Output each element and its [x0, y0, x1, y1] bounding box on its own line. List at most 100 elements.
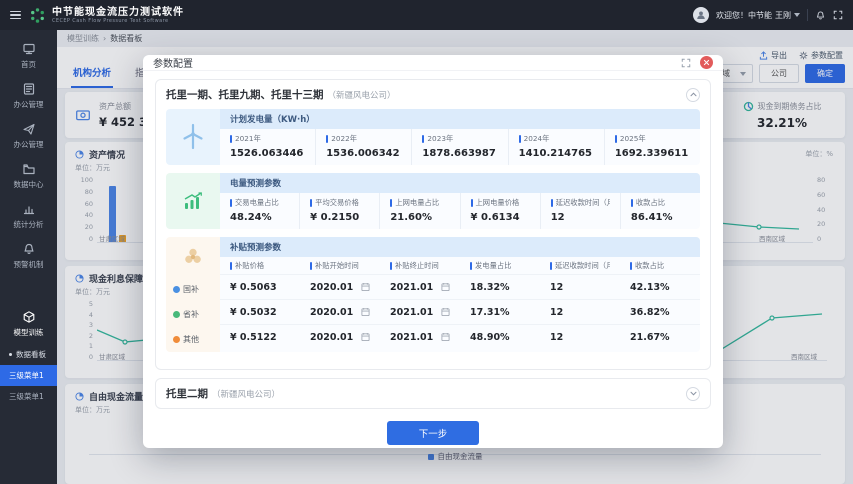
avatar[interactable]: [693, 7, 709, 23]
power-field-grid-ratio: 上网电量占比 21.60%: [380, 193, 460, 229]
calendar-icon[interactable]: [361, 307, 370, 317]
power-value[interactable]: ¥ 0.2150: [310, 212, 369, 223]
power-field-delay: 延迟收款时间（月） 12: [541, 193, 621, 229]
plan-section-title: 计划发电量（KW·h）: [220, 109, 700, 129]
sidebar-subitem-level3-2[interactable]: 三级菜单1: [0, 386, 57, 407]
panel2-subtitle: （新疆风电公司）: [212, 388, 280, 400]
gen-ratio-value[interactable]: 18.32%: [460, 282, 540, 293]
bell-icon[interactable]: [815, 10, 826, 21]
calendar-icon[interactable]: [361, 332, 370, 342]
collect-ratio-value[interactable]: 21.67%: [620, 332, 700, 343]
subsidy-row-other: ¥ 0.5122 2020.01 2021.01 48.90% 12 21.67…: [220, 324, 700, 349]
power-field-collect-ratio: 收款占比 86.41%: [621, 193, 700, 229]
gen-ratio-value[interactable]: 17.31%: [460, 307, 540, 318]
sidebar-item-label: 模型训练: [14, 327, 44, 338]
next-step-button[interactable]: 下一步: [387, 421, 480, 445]
sidebar-item-home[interactable]: 首页: [0, 36, 57, 76]
app-header: 中节能现金流压力测试软件 CECEP Cash Flow Pressure Te…: [0, 0, 853, 30]
sidebar-subitem-level3-1[interactable]: 三级菜单1: [0, 365, 57, 386]
menu-toggle-icon[interactable]: [10, 11, 21, 20]
sidebar-subitem-label: 数据看板: [16, 349, 46, 360]
power-field-grid-price: 上网电量价格 ¥ 0.6134: [461, 193, 541, 229]
modal-title: 参数配置: [153, 55, 193, 70]
power-value[interactable]: ¥ 0.6134: [471, 212, 530, 223]
sidebar-item-label: 办公管理: [14, 99, 44, 110]
user-menu[interactable]: 欢迎您！中节能 王刚: [716, 10, 800, 21]
plan-field-2022: 2022年 1536.006342: [316, 129, 412, 165]
plan-value[interactable]: 1536.006342: [326, 148, 401, 159]
power-value[interactable]: 48.24%: [230, 212, 289, 223]
row-label-national: 国补: [166, 277, 220, 302]
sidebar-item-alerts[interactable]: 预警机制: [0, 236, 57, 276]
power-value[interactable]: 12: [551, 212, 610, 223]
collect-ratio-value[interactable]: 36.82%: [620, 307, 700, 318]
fullscreen-icon[interactable]: [833, 10, 843, 20]
project-panel-2: 托里二期 （新疆风电公司）: [155, 378, 711, 409]
price-value[interactable]: ¥ 0.5122: [220, 332, 300, 343]
flower-icon: [182, 246, 204, 268]
welcome-text: 欢迎您！中节能: [716, 10, 772, 21]
bar-chart-icon: [22, 202, 36, 216]
provincial-subsidy-icon: [173, 311, 180, 318]
sidebar-item-statistics[interactable]: 统计分析: [0, 196, 57, 236]
national-subsidy-icon: [173, 286, 180, 293]
plan-field-2021: 2021年 1526.063446: [220, 129, 316, 165]
plan-value[interactable]: 1526.063446: [230, 148, 305, 159]
chevron-down-icon: [794, 13, 800, 17]
maximize-icon[interactable]: [681, 58, 691, 68]
chevron-down-icon[interactable]: [686, 387, 700, 401]
chevron-up-icon[interactable]: [686, 88, 700, 102]
alert-bell-icon: [22, 242, 36, 256]
sidebar-item-datacenter[interactable]: 数据中心: [0, 156, 57, 196]
calendar-icon[interactable]: [441, 282, 450, 292]
panel1-title: 托里一期、托里九期、托里十三期: [166, 87, 324, 102]
sidebar-item-model-training[interactable]: 模型训练: [0, 304, 57, 344]
sidebar-subitem-dashboard[interactable]: 数据看板: [0, 344, 57, 365]
app-window: 中节能现金流压力测试软件 CECEP Cash Flow Pressure Te…: [0, 0, 853, 484]
subsidy-row-provincial: ¥ 0.5032 2020.01 2021.01 17.31% 12 36.82…: [220, 299, 700, 324]
username: 王刚: [775, 10, 791, 21]
panel2-header[interactable]: 托里二期 （新疆风电公司）: [156, 379, 710, 408]
sidebar-item-office-2[interactable]: 办公管理: [0, 116, 57, 156]
start-date-field[interactable]: 2020.01: [300, 307, 380, 318]
power-field-trade-ratio: 交易电量占比 48.24%: [220, 193, 300, 229]
document-icon: [22, 82, 36, 96]
panel1-header[interactable]: 托里一期、托里九期、托里十三期 （新疆风电公司）: [156, 80, 710, 109]
delay-value[interactable]: 12: [540, 332, 620, 343]
price-value[interactable]: ¥ 0.5032: [220, 307, 300, 318]
delay-value[interactable]: 12: [540, 282, 620, 293]
power-field-avg-price: 平均交易价格 ¥ 0.2150: [300, 193, 380, 229]
power-value[interactable]: 21.60%: [390, 212, 449, 223]
power-section-title: 电量预测参数: [220, 173, 700, 193]
end-date-field[interactable]: 2021.01: [380, 282, 460, 293]
bullet-icon: [9, 353, 12, 356]
power-forecast-section: 电量预测参数 交易电量占比 48.24% 平均交易价格 ¥ 0.2150: [166, 173, 700, 229]
close-icon[interactable]: [700, 56, 713, 69]
power-value[interactable]: 86.41%: [631, 212, 690, 223]
collect-ratio-value[interactable]: 42.13%: [620, 282, 700, 293]
plan-value[interactable]: 1692.339611: [615, 148, 690, 159]
price-value[interactable]: ¥ 0.5063: [220, 282, 300, 293]
app-title: 中节能现金流压力测试软件: [52, 7, 184, 18]
cube-icon: [22, 310, 36, 324]
plan-value[interactable]: 1410.214765: [519, 148, 594, 159]
modal-header: 参数配置: [143, 55, 723, 71]
plan-value[interactable]: 1878.663987: [422, 148, 497, 159]
folder-icon: [22, 162, 36, 176]
start-date-field[interactable]: 2020.01: [300, 332, 380, 343]
send-icon: [22, 122, 36, 136]
end-date-field[interactable]: 2021.01: [380, 332, 460, 343]
logo-icon: [29, 7, 46, 24]
row-label-provincial: 省补: [166, 302, 220, 327]
start-date-field[interactable]: 2020.01: [300, 282, 380, 293]
sidebar-item-office-1[interactable]: 办公管理: [0, 76, 57, 116]
calendar-icon[interactable]: [361, 282, 370, 292]
delay-value[interactable]: 12: [540, 307, 620, 318]
subsidy-row-national: ¥ 0.5063 2020.01 2021.01 18.32% 12 42.13…: [220, 274, 700, 299]
plan-field-2023: 2023年 1878.663987: [412, 129, 508, 165]
sidebar-subitem-label: 三级菜单1: [9, 391, 44, 402]
gen-ratio-value[interactable]: 48.90%: [460, 332, 540, 343]
calendar-icon[interactable]: [441, 332, 450, 342]
calendar-icon[interactable]: [441, 307, 450, 317]
end-date-field[interactable]: 2021.01: [380, 307, 460, 318]
